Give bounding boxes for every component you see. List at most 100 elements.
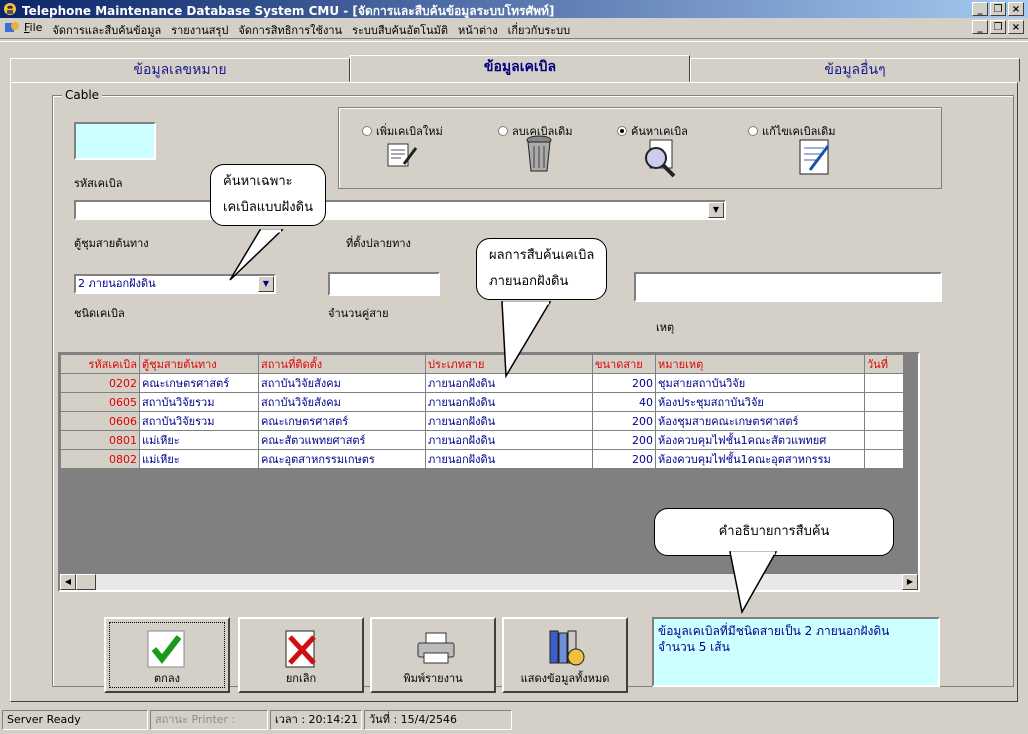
grid-header-5[interactable]: หมายเหตุ <box>655 354 865 374</box>
printer-icon <box>416 631 456 668</box>
callout-3-pointer <box>729 551 778 615</box>
origin-exchange-combo[interactable]: ▼ <box>74 200 726 220</box>
grid-header-6[interactable]: วันที่ <box>864 354 904 374</box>
tab-number-data[interactable]: ข้อมูลเลขหมาย <box>10 58 350 82</box>
menu-item-5[interactable]: หน้าต่าง <box>458 21 498 39</box>
tab-other-data[interactable]: ข้อมูลอื่นๆ <box>690 58 1020 82</box>
print-report-button[interactable]: พิมพ์รายงาน <box>370 617 496 693</box>
grid-header-row: รหัสเคเบิล ตู้ชุมสายต้นทาง สถานที่ติดตั้งป… <box>60 354 904 374</box>
grid-header-1[interactable]: ตู้ชุมสายต้นทาง <box>139 354 259 374</box>
callout-filter-underground: ค้นหาเฉพาะ เคเบิลแบบฝังดิน <box>210 164 326 226</box>
ok-button[interactable]: ตกลง <box>104 617 230 693</box>
table-cell[interactable]: ชุมสายสถาบันวิจัย <box>655 373 865 393</box>
table-cell[interactable]: แม่เหียะ <box>139 430 259 450</box>
tab-strip: ข้อมูลเลขหมาย ข้อมูลเคเบิล ข้อมูลอื่นๆ <box>10 55 1020 82</box>
table-cell[interactable]: 40 <box>592 392 656 412</box>
table-cell[interactable]: คณะเกษตรศาสตร์ <box>258 411 426 431</box>
grid-header-4[interactable]: ขนาดสาย <box>592 354 656 374</box>
table-cell[interactable]: คณะเกษตรศาสตร์ <box>139 373 259 393</box>
radio-add-dot[interactable] <box>362 126 372 136</box>
status-server: Server Ready <box>2 710 148 730</box>
table-cell[interactable]: สถาบันวิจัยรวม <box>139 392 259 412</box>
table-cell[interactable]: 200 <box>592 373 656 393</box>
tab-cable-data[interactable]: ข้อมูลเคเบิล <box>350 55 690 82</box>
scroll-left-button[interactable]: ◀ <box>60 574 76 590</box>
table-cell[interactable]: 200 <box>592 430 656 450</box>
table-row[interactable]: 0802 แม่เหียะ คณะอุตสาหกรรมเกษตร ภายนอกฝังด… <box>60 449 904 469</box>
table-cell[interactable]: ภายนอกฝังดิน <box>425 392 593 412</box>
cable-code-input[interactable] <box>74 122 156 160</box>
menu-item-0[interactable]: File <box>24 21 42 39</box>
menu-item-4[interactable]: ระบบสืบค้นอัตโนมัติ <box>352 21 448 39</box>
callout-1-line-1: ค้นหาเฉพาะ <box>223 174 293 189</box>
info-line-2: จำนวน 5 เส้น <box>658 640 730 654</box>
scroll-thumb[interactable] <box>76 574 96 590</box>
row-cable-code[interactable]: 0606 <box>60 411 140 431</box>
print-button-label: พิมพ์รายงาน <box>403 672 463 685</box>
restore-button[interactable]: ❐ <box>990 2 1006 16</box>
table-cell[interactable]: สถาบันวิจัยรวม <box>139 411 259 431</box>
row-cable-code[interactable]: 0202 <box>60 373 140 393</box>
table-cell[interactable]: ภายนอกฝังดิน <box>425 449 593 469</box>
close-button[interactable]: × <box>1008 2 1024 16</box>
table-cell[interactable]: ห้องควบคุมไฟชั้น1คณะอุตสาหกรรม <box>655 449 865 469</box>
menu-item-1[interactable]: จัดการและสืบค้นข้อมูล <box>52 21 161 39</box>
table-cell[interactable]: ห้องควบคุมไฟชั้น1คณะสัตวแพทยศ <box>655 430 865 450</box>
table-cell[interactable]: คณะสัตวแพทยศาสตร์ <box>258 430 426 450</box>
results-grid[interactable]: รหัสเคเบิล ตู้ชุมสายต้นทาง สถานที่ติดตั้งป… <box>58 352 920 592</box>
callout-search-description: คำอธิบายการสืบค้น <box>654 508 894 556</box>
table-row[interactable]: 0605 สถาบันวิจัยรวม สถาบันวิจัยสังคม ภายนอก… <box>60 392 904 412</box>
cable-code-label: รหัสเคเบิล <box>74 177 123 190</box>
row-cable-code[interactable]: 0605 <box>60 392 140 412</box>
table-cell[interactable]: แม่เหียะ <box>139 449 259 469</box>
row-cable-code[interactable]: 0802 <box>60 449 140 469</box>
table-row[interactable]: 0606 สถาบันวิจัยรวม คณะเกษตรศาสตร์ ภายนอกฝั… <box>60 411 904 431</box>
menu-bar: File จัดการและสืบค้นข้อมูล รายงานสรุป จัดกา… <box>0 18 1028 38</box>
mdi-child-icon[interactable] <box>4 20 20 37</box>
row-cable-code[interactable]: 0801 <box>60 430 140 450</box>
status-printer: สถานะ Printer : <box>150 710 268 730</box>
pairs-input[interactable] <box>328 272 440 296</box>
table-cell[interactable]: ภายนอกฝังดิน <box>425 411 593 431</box>
callout-2-line-1: ผลการสืบค้นเคเบิล <box>489 248 595 263</box>
table-cell[interactable]: ห้องชุมสายคณะเกษตรศาสตร์ <box>655 411 865 431</box>
cancel-button[interactable]: ยกเลิก <box>238 617 364 693</box>
grid-header-0[interactable]: รหัสเคเบิล <box>60 354 140 374</box>
table-cell[interactable]: 200 <box>592 449 656 469</box>
origin-dropdown-button[interactable]: ▼ <box>708 202 724 218</box>
menu-item-3[interactable]: จัดการสิทธิการใช้งาน <box>238 21 342 39</box>
destination-label: ที่ตั้งปลายทาง <box>346 237 411 250</box>
radio-delete-dot[interactable] <box>498 126 508 136</box>
menu-item-6[interactable]: เกี่ยวกับระบบ <box>508 21 570 39</box>
mdi-restore-button[interactable]: ❐ <box>990 20 1006 34</box>
table-cell-empty <box>864 449 904 469</box>
scroll-right-button[interactable]: ▶ <box>902 574 918 590</box>
menu-item-2[interactable]: รายงานสรุป <box>171 21 228 39</box>
mdi-minimize-button[interactable]: _ <box>972 20 988 34</box>
trash-can-icon <box>524 134 554 177</box>
table-cell[interactable]: สถาบันวิจัยสังคม <box>258 373 426 393</box>
table-row[interactable]: 0801 แม่เหียะ คณะสัตวแพทยศาสตร์ ภายนอกฝังดิ… <box>60 430 904 450</box>
radio-search-dot[interactable] <box>617 126 627 136</box>
table-cell[interactable]: สถาบันวิจัยสังคม <box>258 392 426 412</box>
table-cell-empty <box>864 411 904 431</box>
document-pen-icon <box>384 138 418 175</box>
table-cell[interactable]: ภายนอกฝังดิน <box>425 430 593 450</box>
table-cell[interactable]: 200 <box>592 411 656 431</box>
magnifier-icon <box>640 138 680 181</box>
mdi-close-button[interactable]: × <box>1008 20 1024 34</box>
note-input[interactable] <box>634 272 942 302</box>
note-label: เหตุ <box>656 321 675 334</box>
origin-exchange-label: ตู้ชุมสายต้นทาง <box>74 237 149 250</box>
table-cell[interactable]: คณะอุตสาหกรรมเกษตร <box>258 449 426 469</box>
table-row[interactable]: 0202 คณะเกษตรศาสตร์ สถาบันวิจัยสังคม ภายนอก… <box>60 373 904 393</box>
status-time: เวลา : 20:14:21 <box>270 710 362 730</box>
edit-document-icon <box>798 138 832 179</box>
radio-edit-dot[interactable] <box>748 126 758 136</box>
cancel-button-label: ยกเลิก <box>285 672 317 685</box>
search-description-box: ข้อมูลเคเบิลที่มีชนิดสายเป็น 2 ภายนอกฝัง… <box>652 617 940 687</box>
table-cell[interactable]: ห้องประชุมสถาบันวิจัย <box>655 392 865 412</box>
minimize-button[interactable]: _ <box>972 2 988 16</box>
show-all-button[interactable]: แสดงข้อมูลทั้งหมด <box>502 617 628 693</box>
grid-header-2[interactable]: สถานที่ติดตั้ง <box>258 354 426 374</box>
